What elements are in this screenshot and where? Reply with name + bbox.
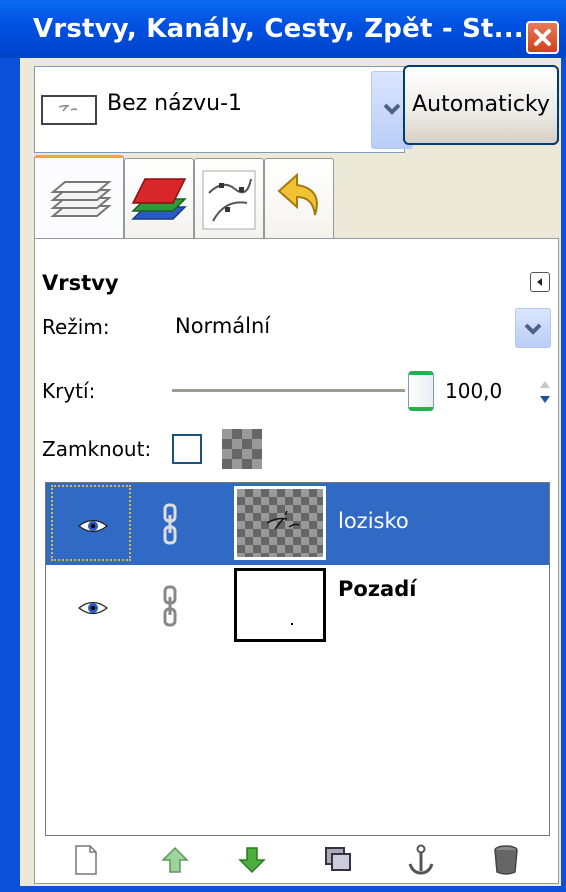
spin-arrows-icon — [540, 381, 550, 403]
layer-list[interactable]: lozisko Pozadí — [45, 482, 550, 836]
triangle-left-icon — [537, 278, 542, 286]
image-thumbnail — [41, 95, 97, 125]
chain-link-icon[interactable] — [159, 585, 181, 627]
lower-layer-icon[interactable] — [232, 840, 272, 880]
mode-label: Režim: — [42, 315, 110, 339]
lock-alpha-icon — [222, 429, 262, 469]
undo-icon — [277, 172, 318, 216]
panel-title: Vrstvy — [42, 271, 119, 295]
mode-value: Normální — [175, 314, 271, 338]
title-bar[interactable]: Vrstvy, Kanály, Cesty, Zpět - St... — [0, 0, 566, 58]
raise-layer-icon[interactable] — [155, 840, 195, 880]
opacity-spinner[interactable] — [536, 374, 554, 410]
channels-tab[interactable] — [124, 158, 194, 238]
duplicate-layer-icon[interactable] — [318, 840, 358, 880]
auto-button[interactable]: Automaticky — [403, 65, 559, 145]
eye-icon[interactable] — [78, 599, 108, 617]
mode-combo[interactable]: Normální — [165, 302, 553, 354]
window-title: Vrstvy, Kanály, Cesty, Zpět - St... — [33, 14, 524, 44]
image-name: Bez názvu-1 — [107, 91, 243, 116]
layer-row-pozadi[interactable]: Pozadí — [46, 565, 549, 647]
eye-icon[interactable] — [78, 517, 108, 535]
layer-row-lozisko[interactable]: lozisko — [46, 483, 549, 565]
new-layer-icon[interactable] — [66, 840, 106, 880]
paths-icon — [202, 170, 256, 230]
opacity-slider-thumb[interactable] — [408, 371, 434, 411]
undo-history-tab[interactable] — [264, 158, 334, 238]
layers-dock-window: Vrstvy, Kanály, Cesty, Zpět - St... Bez … — [0, 0, 566, 892]
layers-icon — [50, 181, 112, 217]
channels-icon — [131, 178, 187, 220]
layer-thumbnail — [234, 568, 326, 642]
opacity-value[interactable]: 100,0 — [445, 379, 502, 403]
layers-tab[interactable] — [34, 155, 124, 238]
lock-label: Zamknout: — [42, 437, 152, 461]
image-selector-combo[interactable]: Bez názvu-1 — [34, 66, 413, 153]
close-icon — [534, 29, 551, 46]
layers-panel: Vrstvy Režim: Normální Krytí: 100,0 Zamk… — [34, 238, 559, 884]
close-button[interactable] — [526, 21, 559, 54]
chevron-down-icon — [524, 323, 542, 335]
anchor-layer-icon[interactable] — [401, 840, 441, 880]
layer-name[interactable]: Pozadí — [338, 577, 416, 601]
chain-link-icon[interactable] — [159, 503, 181, 545]
dock-client-area: Bez názvu-1 Automaticky Vrstvy Režim: No… — [20, 58, 561, 886]
lock-alpha-checkbox[interactable] — [172, 434, 202, 464]
layer-name[interactable]: lozisko — [338, 509, 409, 533]
panel-menu-button[interactable] — [530, 272, 550, 292]
layer-thumbnail — [234, 486, 326, 560]
opacity-label: Krytí: — [42, 379, 96, 403]
mode-combo-arrow[interactable] — [515, 308, 551, 348]
opacity-slider-track[interactable] — [172, 389, 405, 393]
delete-layer-icon[interactable] — [486, 840, 526, 880]
paths-tab[interactable] — [194, 158, 264, 238]
